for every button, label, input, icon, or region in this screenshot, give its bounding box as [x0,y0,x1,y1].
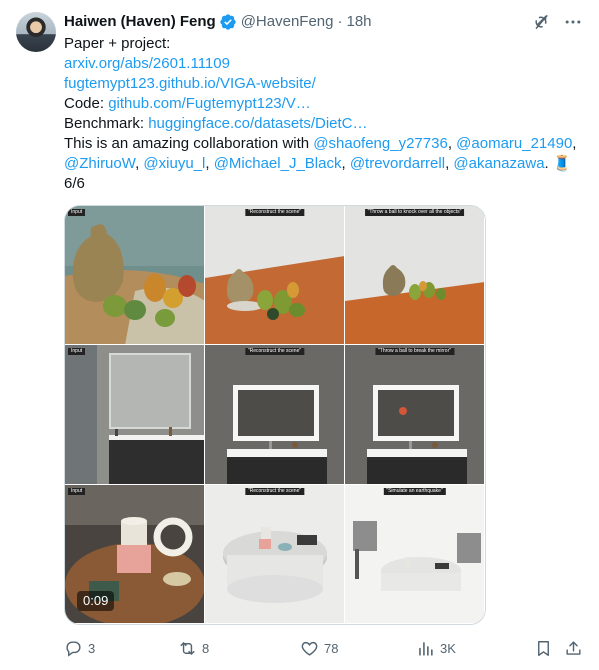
frame-tag: "Throw a ball to break the mirror" [374,348,455,355]
thread-end: . 🧵 [544,155,572,172]
tweet-header: Haiwen (Haven) Feng @HavenFeng · 18h [64,12,372,32]
video-duration: 0:09 [77,591,115,611]
frame-tag: Input [68,209,86,216]
frame-tag: "Simulate an earthquake" [383,488,446,495]
tweet-actions: 3 8 78 3K [64,636,584,660]
bookmark-icon [538,640,549,656]
separator: , [572,135,577,152]
like-count: 78 [324,640,339,656]
separator-dot: · [337,13,343,30]
frame-tag: "Reconstruct the scene" [244,488,305,495]
repost-count: 8 [202,640,210,656]
link-benchmark[interactable]: huggingface.co/datasets/DietC… [148,115,367,132]
link-project-site[interactable]: fugtemypt123.github.io/VIGA-website/ [64,75,316,92]
mention-link[interactable]: @Michael_J_Black [214,155,342,172]
more-icon[interactable] [563,12,583,32]
mention-link[interactable]: @xiuyu_l [143,155,205,172]
benchmark-label: Benchmark: [64,115,149,132]
text-line-paper: Paper + project: [64,35,171,52]
link-arxiv[interactable]: arxiv.org/abs/2601.11109 [64,55,230,72]
reply-button[interactable]: 3 [64,636,95,660]
tweet-top-actions [531,12,583,32]
input-still-life-painting: Input [65,206,205,345]
views-count: 3K [440,640,456,656]
code-label: Code: [64,95,109,112]
thread-counter: 6/6 [64,175,85,192]
reconstructed-bathroom: "Reconstruct the scene" [205,345,345,485]
mention-link[interactable]: @akanazawa [453,155,544,172]
repost-icon [180,641,195,655]
bookmark-button[interactable] [534,636,553,660]
repost-button[interactable]: 8 [178,636,209,660]
mention-link[interactable]: @ZhiruoW [64,155,135,172]
mention-link[interactable]: @shaofeng_y27736 [313,135,448,152]
views-icon [419,641,433,656]
video-frame-grid: Input "Reconstruct the scene" "Throw a b… [65,206,485,624]
input-bathroom-photo: Input [65,345,205,485]
simulated-bathroom: "Throw a ball to break the mirror" [345,345,485,485]
separator: , [341,155,350,172]
grok-icon[interactable] [531,12,551,32]
like-button[interactable]: 78 [300,636,338,660]
mention-link[interactable]: @trevordarrell [350,155,445,172]
input-table-photo: Input 0:09 [65,485,205,624]
frame-tag: "Reconstruct the scene" [244,209,305,216]
frame-tag: Input [68,348,86,355]
author-name[interactable]: Haiwen (Haven) Feng [64,12,216,32]
reconstructed-still-life: "Reconstruct the scene" [205,206,345,345]
frame-tag: Input [68,488,86,495]
reply-icon [66,640,81,657]
mention-link[interactable]: @aomaru_21490 [456,135,572,152]
frame-tag: "Throw a ball to knock over all the obje… [364,209,465,216]
collab-text: This is an amazing collaboration with [64,135,314,152]
reply-count: 3 [88,640,96,656]
frame-tag: "Reconstruct the scene" [244,348,305,355]
media-video[interactable]: Input "Reconstruct the scene" "Throw a b… [64,205,486,625]
reconstructed-table: "Reconstruct the scene" [205,485,345,624]
share-button[interactable] [564,636,583,660]
simulated-still-life: "Throw a ball to knock over all the obje… [345,206,485,345]
like-icon [301,641,318,656]
separator: , [205,155,214,172]
link-code[interactable]: github.com/Fugtemypt123/V… [108,95,311,112]
tweet-text: Paper + project: arxiv.org/abs/2601.1110… [64,34,584,194]
separator: , [447,135,457,152]
tweet: Haiwen (Haven) Feng @HavenFeng · 18h Pap… [0,0,599,670]
share-icon [566,640,581,655]
views-button[interactable]: 3K [416,636,456,660]
simulated-table: "Simulate an earthquake" [345,485,485,624]
author-handle[interactable]: @HavenFeng [241,12,334,32]
tweet-time[interactable]: 18h [346,12,371,32]
avatar[interactable] [16,12,56,52]
verified-badge-icon[interactable] [219,13,237,31]
